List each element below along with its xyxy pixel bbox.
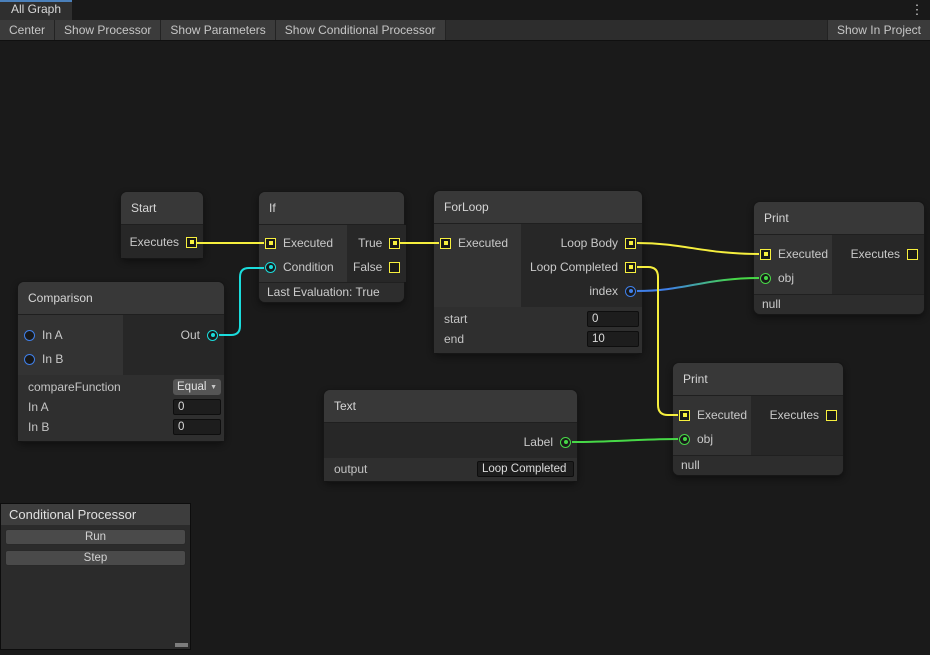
port-label: Executed [283,236,334,250]
node-title[interactable]: ForLoop [434,191,642,224]
node-if[interactable]: If Executed Condition True False Last Ev… [258,191,407,303]
port-label: Executes [129,235,179,249]
show-processor-button[interactable]: Show Processor [55,20,162,40]
exec-output-port[interactable] [389,237,401,249]
tab-bar: All Graph ⋮ [0,0,930,20]
start-field[interactable] [587,311,639,327]
object-input-port[interactable] [760,272,771,284]
node-status-text: null [673,455,843,475]
node-title[interactable]: Start [121,192,203,225]
in-b-field[interactable] [173,419,221,435]
compare-function-dropdown[interactable]: Equal ▼ [173,379,221,395]
int-input-port[interactable] [24,329,35,341]
exec-output-port[interactable] [826,409,837,421]
node-title[interactable]: Print [673,363,843,396]
exec-output-port[interactable] [625,237,636,249]
node-title[interactable]: Comparison [18,282,224,315]
exec-output-port[interactable] [186,236,197,248]
port-label: Executed [697,408,748,422]
port-label: obj [697,432,714,446]
port-label: Out [180,328,200,342]
run-button[interactable]: Run [5,529,186,545]
exec-input-port[interactable] [679,409,690,421]
conditional-processor-panel[interactable]: Conditional Processor Run Step [0,503,191,650]
step-button[interactable]: Step [5,550,186,566]
port-label: False [353,260,383,274]
output-field[interactable] [477,461,574,477]
exec-output-port[interactable] [389,261,401,273]
port-label: Executes [769,408,819,422]
field-label: end [444,332,465,346]
chevron-down-icon: ▼ [210,383,217,391]
wire-index-to-print-top-obj[interactable] [636,277,760,292]
toolbar: Center Show Processor Show Parameters Sh… [0,20,930,41]
node-title[interactable]: If [259,192,404,225]
field-label: compareFunction [28,380,121,394]
in-a-field[interactable] [173,399,221,415]
node-print-top[interactable]: Print Executed obj Executes null [753,201,925,315]
int-input-port[interactable] [24,353,35,365]
panel-title: Conditional Processor [1,504,190,525]
resize-grip-icon[interactable] [175,643,188,647]
exec-output-port[interactable] [907,248,918,260]
node-status-text: Last Evaluation: True [259,282,404,302]
port-label: Executed [458,236,509,250]
port-label: Label [523,435,553,449]
node-comparison[interactable]: Comparison In A In B Out compareFunction… [17,281,225,442]
field-label: start [444,312,468,326]
node-start[interactable]: Start Executes [120,191,204,259]
port-label: Executed [778,247,829,261]
port-label: Loop Body [560,236,618,250]
node-title[interactable]: Print [754,202,924,235]
port-label: Loop Completed [529,260,618,274]
port-label: In B [42,352,64,366]
condition-input-port[interactable] [265,261,276,273]
node-forloop[interactable]: ForLoop Executed Loop Body Loop Complete… [433,190,643,354]
int-output-port[interactable] [625,285,636,297]
exec-output-port[interactable] [625,261,636,273]
node-text[interactable]: Text Label output [323,389,578,482]
field-label: In B [28,420,50,434]
node-title[interactable]: Text [324,390,577,423]
condition-output-port[interactable] [207,329,218,341]
port-label: obj [778,271,795,285]
field-label: output [334,462,368,476]
port-label: index [589,284,618,298]
graph-window: { "tab_bar": { "active_tab": "All Graph"… [0,0,930,655]
show-in-project-button[interactable]: Show In Project [826,20,930,40]
exec-input-port[interactable] [760,248,771,260]
dropdown-value: Equal [177,381,207,393]
node-print-bottom[interactable]: Print Executed obj Executes null [672,362,844,476]
field-label: In A [28,400,49,414]
port-label: In A [42,328,63,342]
show-conditional-processor-button[interactable]: Show Conditional Processor [275,20,446,40]
wire-loopbody-to-print-top[interactable] [636,242,760,255]
wire-text-label-to-print-bottom-obj[interactable] [571,438,679,443]
tab-all-graph[interactable]: All Graph [0,0,73,20]
port-label: True [358,236,383,250]
port-label: Executes [850,247,900,261]
exec-input-port[interactable] [265,237,276,249]
kebab-menu-icon[interactable]: ⋮ [908,0,926,20]
object-output-port[interactable] [560,436,571,448]
show-parameters-button[interactable]: Show Parameters [161,20,276,40]
node-status-text: null [754,294,924,314]
exec-input-port[interactable] [440,237,451,249]
port-label: Condition [283,260,334,274]
end-field[interactable] [587,331,639,347]
object-input-port[interactable] [679,433,690,445]
center-button[interactable]: Center [0,20,56,40]
